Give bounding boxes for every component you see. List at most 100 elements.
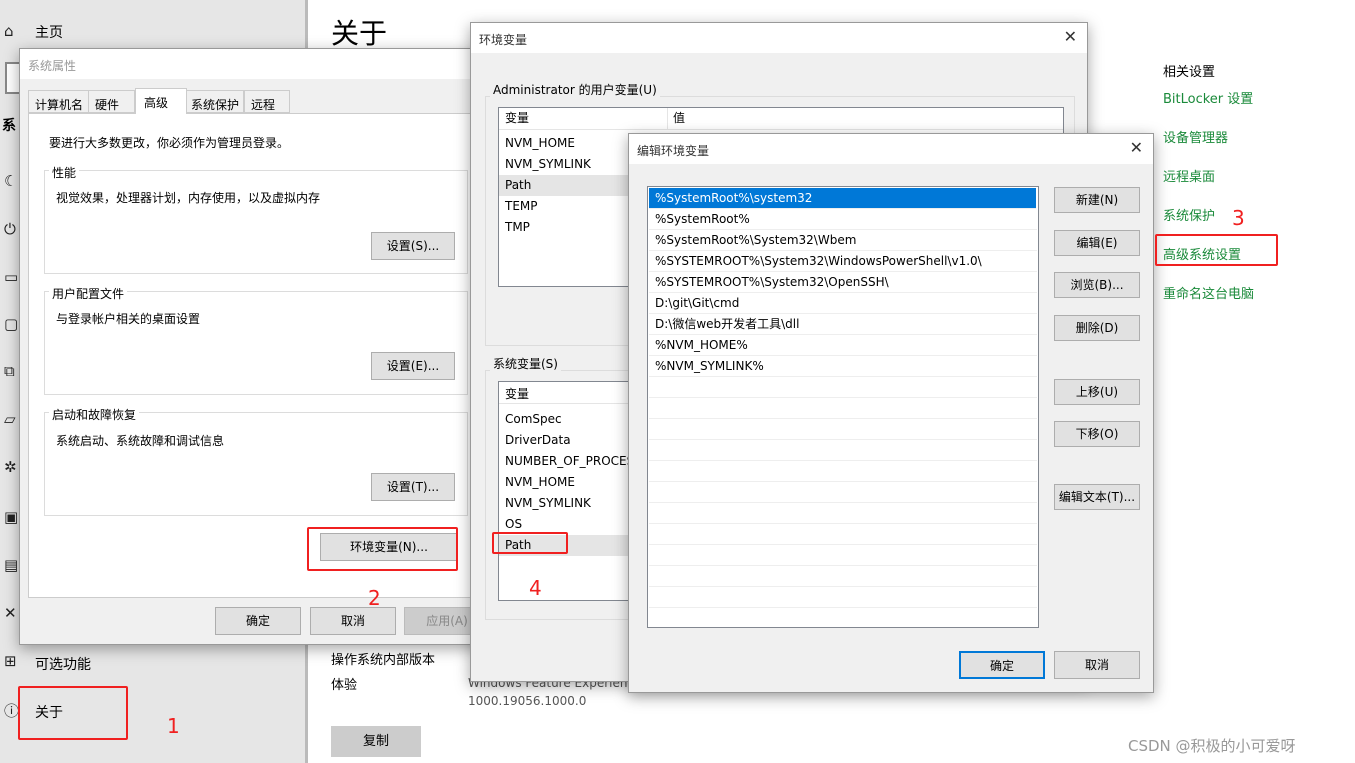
remote-icon: ✕ [4, 604, 17, 622]
column-header-variable[interactable]: 变量 [505, 108, 529, 129]
move-down-button[interactable]: 下移(O) [1054, 421, 1140, 447]
edit-environment-variable-dialog: 编辑环境变量 ✕ %SystemRoot%\system32 %SystemRoot… [628, 133, 1154, 693]
new-button[interactable]: 新建(N) [1054, 187, 1140, 213]
related-settings-title: 相关设置 [1163, 65, 1216, 80]
annotation-number: 2 [368, 586, 381, 610]
battery-icon: ▭ [4, 268, 19, 286]
experience-version: 1000.19056.1000.0 [468, 694, 587, 708]
clipboard-history-icon: ▤ [4, 556, 19, 574]
path-entry[interactable]: %SYSTEMROOT%\System32\OpenSSH\ [649, 272, 1037, 293]
empty-row [649, 608, 1037, 627]
home-icon: ⌂ [4, 22, 14, 40]
empty-row [649, 587, 1037, 608]
close-icon[interactable]: ✕ [1064, 27, 1077, 46]
tab-advanced[interactable]: 高级 [135, 88, 187, 114]
move-up-button[interactable]: 上移(U) [1054, 379, 1140, 405]
list-item[interactable]: Path [499, 175, 629, 196]
list-item[interactable]: TMP [499, 217, 629, 238]
power-icon: ⏻ [4, 220, 16, 238]
path-entry[interactable]: %NVM_SYMLINK% [649, 356, 1037, 377]
watermark: CSDN @积极的小可爱呀 [1128, 737, 1296, 755]
path-entry[interactable]: %SystemRoot%\System32\Wbem [649, 230, 1037, 251]
list-item[interactable]: ComSpec [499, 409, 629, 430]
ok-button[interactable]: 确定 [215, 607, 301, 635]
column-header-value[interactable]: 值 [673, 108, 685, 129]
copy-button[interactable]: 复制 [331, 726, 421, 757]
profile-label: 用户配置文件 [49, 285, 128, 302]
link-device-manager[interactable]: 设备管理器 [1163, 127, 1228, 146]
path-entry[interactable]: %SystemRoot%\system32 [648, 187, 1037, 210]
info-icon: ⓘ [4, 702, 20, 720]
empty-row [649, 461, 1037, 482]
project-icon: ▱ [4, 410, 16, 428]
list-item[interactable]: DriverData [499, 430, 629, 451]
edit-text-button[interactable]: 编辑文本(T)... [1054, 484, 1140, 510]
empty-row [649, 377, 1037, 398]
path-entry[interactable]: D:\git\Git\cmd [649, 293, 1037, 314]
browse-button[interactable]: 浏览(B)... [1054, 272, 1140, 298]
empty-row [649, 566, 1037, 587]
system-variables-label: 系统变量(S) [490, 355, 561, 372]
delete-button[interactable]: 删除(D) [1054, 315, 1140, 341]
annotation-box-env-button [307, 527, 458, 571]
cancel-button[interactable]: 取消 [310, 607, 396, 635]
path-entries-list[interactable]: %SystemRoot%\system32 %SystemRoot% %System… [647, 186, 1039, 628]
list-item[interactable]: TEMP [499, 196, 629, 217]
cancel-button[interactable]: 取消 [1054, 651, 1140, 679]
annotation-box-about [18, 686, 128, 740]
link-bitlocker[interactable]: BitLocker 设置 [1163, 88, 1253, 107]
list-item[interactable]: NVM_SYMLINK [499, 154, 629, 175]
path-entry[interactable]: %SystemRoot% [649, 209, 1037, 230]
dialog-title: 系统属性 [28, 59, 77, 73]
annotation-box-advanced [1155, 234, 1278, 266]
empty-row [649, 419, 1037, 440]
column-header-variable[interactable]: 变量 [505, 384, 529, 405]
edit-button[interactable]: 编辑(E) [1054, 230, 1140, 256]
sidebar-item-home[interactable]: 主页 [35, 22, 63, 42]
path-entry[interactable]: %SYSTEMROOT%\System32\WindowsPowerShell\… [649, 251, 1037, 272]
page-title: 关于 [331, 17, 388, 50]
list-item[interactable]: NVM_HOME [499, 133, 629, 154]
link-system-protection[interactable]: 系统保护 [1163, 205, 1215, 224]
tablet-icon: ▢ [4, 315, 19, 333]
list-item[interactable]: NVM_SYMLINK [499, 493, 629, 514]
empty-row [649, 398, 1037, 419]
path-entry[interactable]: D:\微信web开发者工具\dll [649, 314, 1037, 335]
list-item[interactable]: NVM_HOME [499, 472, 629, 493]
admin-note: 要进行大多数更改，你必须作为管理员登录。 [49, 136, 290, 150]
tab-remote[interactable]: 远程 [244, 90, 290, 113]
tab-panel: 要进行大多数更改，你必须作为管理员登录。 性能 视觉效果，处理器计划，内存使用，… [28, 113, 490, 598]
empty-row [649, 482, 1037, 503]
multitask-icon: ⧉ [4, 362, 15, 380]
close-icon[interactable]: ✕ [1130, 138, 1143, 157]
dialog-title: 编辑环境变量 [637, 144, 710, 158]
sidebar-section-title: 系 [2, 118, 16, 134]
moon-icon: ☾ [4, 172, 18, 190]
startup-settings-button[interactable]: 设置(T)... [371, 473, 455, 501]
empty-row [649, 440, 1037, 461]
empty-row [649, 503, 1037, 524]
ok-button[interactable]: 确定 [959, 651, 1045, 679]
link-rename-pc[interactable]: 重命名这台电脑 [1163, 283, 1254, 302]
tab-hardware[interactable]: 硬件 [88, 90, 135, 113]
tab-system-protection[interactable]: 系统保护 [186, 90, 244, 113]
dialog-title: 环境变量 [479, 33, 528, 47]
link-remote-desktop[interactable]: 远程桌面 [1163, 166, 1215, 185]
performance-label: 性能 [49, 164, 80, 181]
path-entry[interactable]: %NVM_HOME% [649, 335, 1037, 356]
user-variables-label: Administrator 的用户变量(U) [490, 81, 660, 98]
annotation-number: 4 [529, 576, 542, 600]
empty-row [649, 524, 1037, 545]
list-item[interactable]: NUMBER_OF_PROCES [499, 451, 634, 472]
startup-label: 启动和故障恢复 [49, 406, 140, 423]
os-build-label: 操作系统内部版本 [331, 653, 436, 668]
experience-label: 体验 [331, 678, 358, 693]
features-icon: ⊞ [4, 652, 17, 670]
profile-settings-button[interactable]: 设置(E)... [371, 352, 455, 380]
performance-settings-button[interactable]: 设置(S)... [371, 232, 455, 260]
startup-desc: 系统启动、系统故障和调试信息 [56, 434, 225, 448]
profile-desc: 与登录帐户相关的桌面设置 [56, 312, 201, 326]
performance-desc: 视觉效果，处理器计划，内存使用，以及虚拟内存 [56, 191, 321, 205]
sidebar-item-optional-features[interactable]: 可选功能 [35, 654, 91, 674]
empty-row [649, 545, 1037, 566]
